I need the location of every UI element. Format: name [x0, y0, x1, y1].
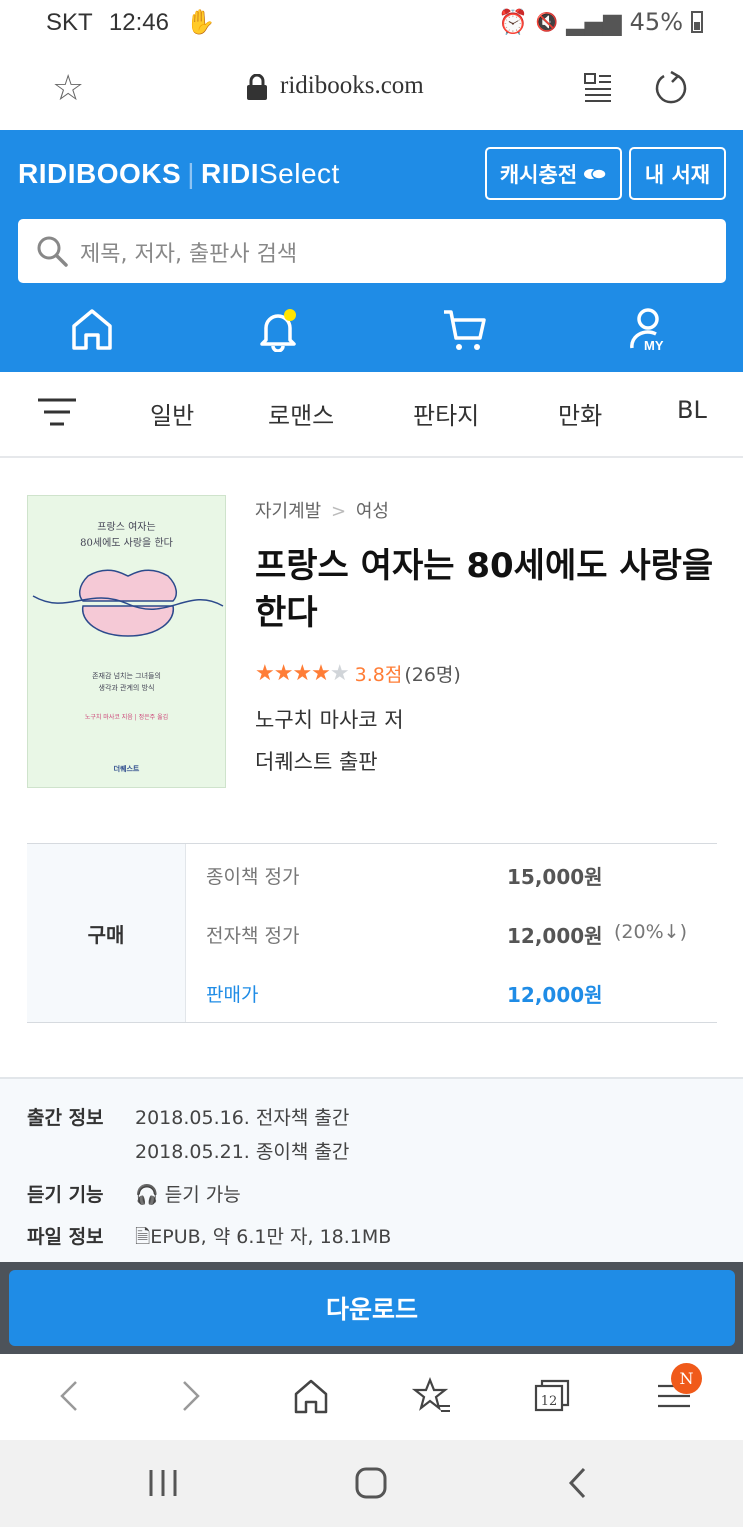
publication-info: 출간 정보 2018.05.16. 전자책 출간 2018.05.21. 종이책…: [0, 1077, 743, 1267]
my-library-button[interactable]: 내 서재: [629, 147, 726, 200]
paper-price-label: 종이책 정가: [206, 866, 300, 888]
rating-score: 3.8점: [354, 664, 403, 686]
carrier-label: SKT: [46, 9, 93, 36]
cart-icon[interactable]: [442, 306, 486, 352]
reload-icon[interactable]: [654, 70, 688, 104]
site-header: RIDIBOOKS | RIDISelect 캐시충전 내 서재 제목, 저자, 출…: [0, 130, 743, 372]
listen-label: 듣기 기능: [27, 1184, 104, 1206]
cover-subtitle-line2: 생각과 관계의 방식: [98, 684, 155, 692]
logo-ridibooks: RIDIBOOKS: [18, 158, 182, 189]
alarm-icon: ⏰: [497, 8, 528, 36]
browser-url-bar: ☆ ridibooks.com: [0, 48, 743, 130]
signal-icon: ▂▄▆: [566, 8, 622, 36]
search-icon: [37, 236, 68, 267]
sale-price-label: 판매가: [206, 984, 259, 1006]
download-button[interactable]: 다운로드: [9, 1270, 735, 1346]
breadcrumb-child[interactable]: 여성: [356, 501, 389, 522]
file-label: 파일 정보: [27, 1226, 104, 1248]
file-value-text: EPUB, 약 6.1만 자, 18.1MB: [150, 1226, 392, 1248]
coins-icon: [584, 167, 607, 180]
book-title: 프랑스 여자는 80세에도 사랑을 한다: [255, 546, 714, 633]
release-label: 출간 정보: [27, 1107, 104, 1129]
filter-menu-icon[interactable]: [38, 396, 76, 428]
book-publisher[interactable]: 더퀘스트 출판: [255, 746, 378, 776]
chevron-right-icon: >: [330, 501, 347, 522]
ebook-price-value: 12,000원: [507, 924, 603, 948]
status-bar: SKT 12:46 ✋ ⏰ 🔇 ▂▄▆ 45%: [0, 0, 743, 48]
star-rating-icon: ★★★★★: [255, 661, 350, 686]
category-tabs: 일반 로맨스 판타지 만화 BL: [0, 372, 743, 458]
release-ebook: 2018.05.16. 전자책 출간: [135, 1107, 350, 1129]
bookmarks-icon[interactable]: [412, 1376, 452, 1416]
home-icon[interactable]: [70, 306, 114, 352]
menu-new-badge: N: [671, 1363, 702, 1394]
release-paper: 2018.05.21. 종이책 출간: [135, 1141, 350, 1163]
status-carrier-time: SKT 12:46 ✋: [46, 8, 216, 37]
browser-home-icon[interactable]: [291, 1376, 331, 1416]
listen-value-text: 듣기 가능: [164, 1184, 241, 1206]
ebook-price-label: 전자책 정가: [206, 925, 300, 947]
lips-illustration: [32, 569, 224, 637]
cover-publisher-logo: 더퀘스트: [113, 764, 140, 773]
reader-mode-icon[interactable]: [584, 72, 612, 102]
battery-percent: 45%: [629, 8, 683, 36]
book-cover[interactable]: 프랑스 여자는 80세에도 사랑을 한다 존재감 넘치는 그녀들의 생각과 관계…: [27, 495, 226, 788]
cash-charge-button[interactable]: 캐시충전: [485, 147, 622, 200]
tab-general[interactable]: 일반: [150, 396, 194, 431]
breadcrumb: 자기계발 > 여성: [255, 497, 389, 523]
notification-icon: ✋: [185, 9, 216, 36]
breadcrumb-parent[interactable]: 자기계발: [255, 501, 321, 522]
tab-bl[interactable]: BL: [677, 396, 707, 424]
svg-text:MY: MY: [644, 338, 664, 352]
logo-select: Select: [258, 158, 340, 189]
back-icon[interactable]: [50, 1376, 90, 1416]
battery-icon: [691, 11, 703, 33]
rating: ★★★★★ 3.8점 (26명): [255, 660, 461, 687]
file-value: 🗎EPUB, 약 6.1만 자, 18.1MB: [135, 1222, 391, 1255]
headphones-icon: 🎧: [135, 1184, 159, 1206]
bookmark-star-icon[interactable]: ☆: [52, 68, 84, 109]
my-library-label: 내 서재: [644, 162, 711, 187]
file-icon: 🗎: [135, 1226, 151, 1248]
clock: 12:46: [108, 9, 169, 36]
android-nav-bar: [0, 1440, 743, 1527]
tabs-icon[interactable]: 12: [532, 1376, 572, 1416]
browser-bottom-bar: 12: [0, 1354, 743, 1440]
purchase-table: 구매 종이책 정가 15,000원 전자책 정가 12,000원 (20%↓) …: [27, 843, 717, 1023]
logo-ridi: RIDI: [200, 158, 259, 189]
cover-title-line2: 80세에도 사랑을 한다: [80, 538, 173, 549]
status-icons: ⏰ 🔇 ▂▄▆ 45%: [498, 8, 703, 36]
lock-icon: [247, 74, 267, 100]
rating-count: (26명): [404, 664, 461, 686]
mute-icon: 🔇: [535, 11, 559, 33]
tab-comics[interactable]: 만화: [558, 396, 602, 431]
cash-charge-label: 캐시충전: [499, 162, 578, 187]
android-home-icon[interactable]: [354, 1466, 388, 1500]
sale-price-value: 12,000원: [507, 983, 603, 1007]
my-account-icon[interactable]: MY: [628, 306, 672, 352]
forward-icon[interactable]: [170, 1376, 210, 1416]
tab-fantasy[interactable]: 판타지: [413, 396, 479, 431]
android-back-icon[interactable]: [566, 1466, 590, 1500]
book-author[interactable]: 노구치 마사코 저: [255, 704, 404, 734]
ridibooks-logo[interactable]: RIDIBOOKS | RIDISelect: [18, 158, 340, 190]
purchase-label: 구매: [27, 844, 186, 1022]
cover-title-line1: 프랑스 여자는: [97, 522, 156, 533]
notification-bell-icon[interactable]: [256, 306, 300, 352]
tab-romance[interactable]: 로맨스: [268, 396, 334, 431]
listen-value: 🎧 듣기 가능: [135, 1180, 241, 1207]
recent-apps-icon[interactable]: [146, 1468, 180, 1498]
tabs-count: 12: [541, 1394, 558, 1409]
cover-author-line: 노구치 마사코 지음 | 정은주 옮김: [84, 714, 169, 721]
search-placeholder: 제목, 저자, 출판사 검색: [80, 242, 298, 267]
url-text[interactable]: ridibooks.com: [280, 72, 424, 100]
discount-rate: (20%↓): [614, 921, 687, 943]
cover-subtitle-line1: 존재감 넘치는 그녀들의: [92, 672, 161, 680]
paper-price-value: 15,000원: [507, 865, 603, 889]
search-input[interactable]: 제목, 저자, 출판사 검색: [18, 219, 726, 283]
